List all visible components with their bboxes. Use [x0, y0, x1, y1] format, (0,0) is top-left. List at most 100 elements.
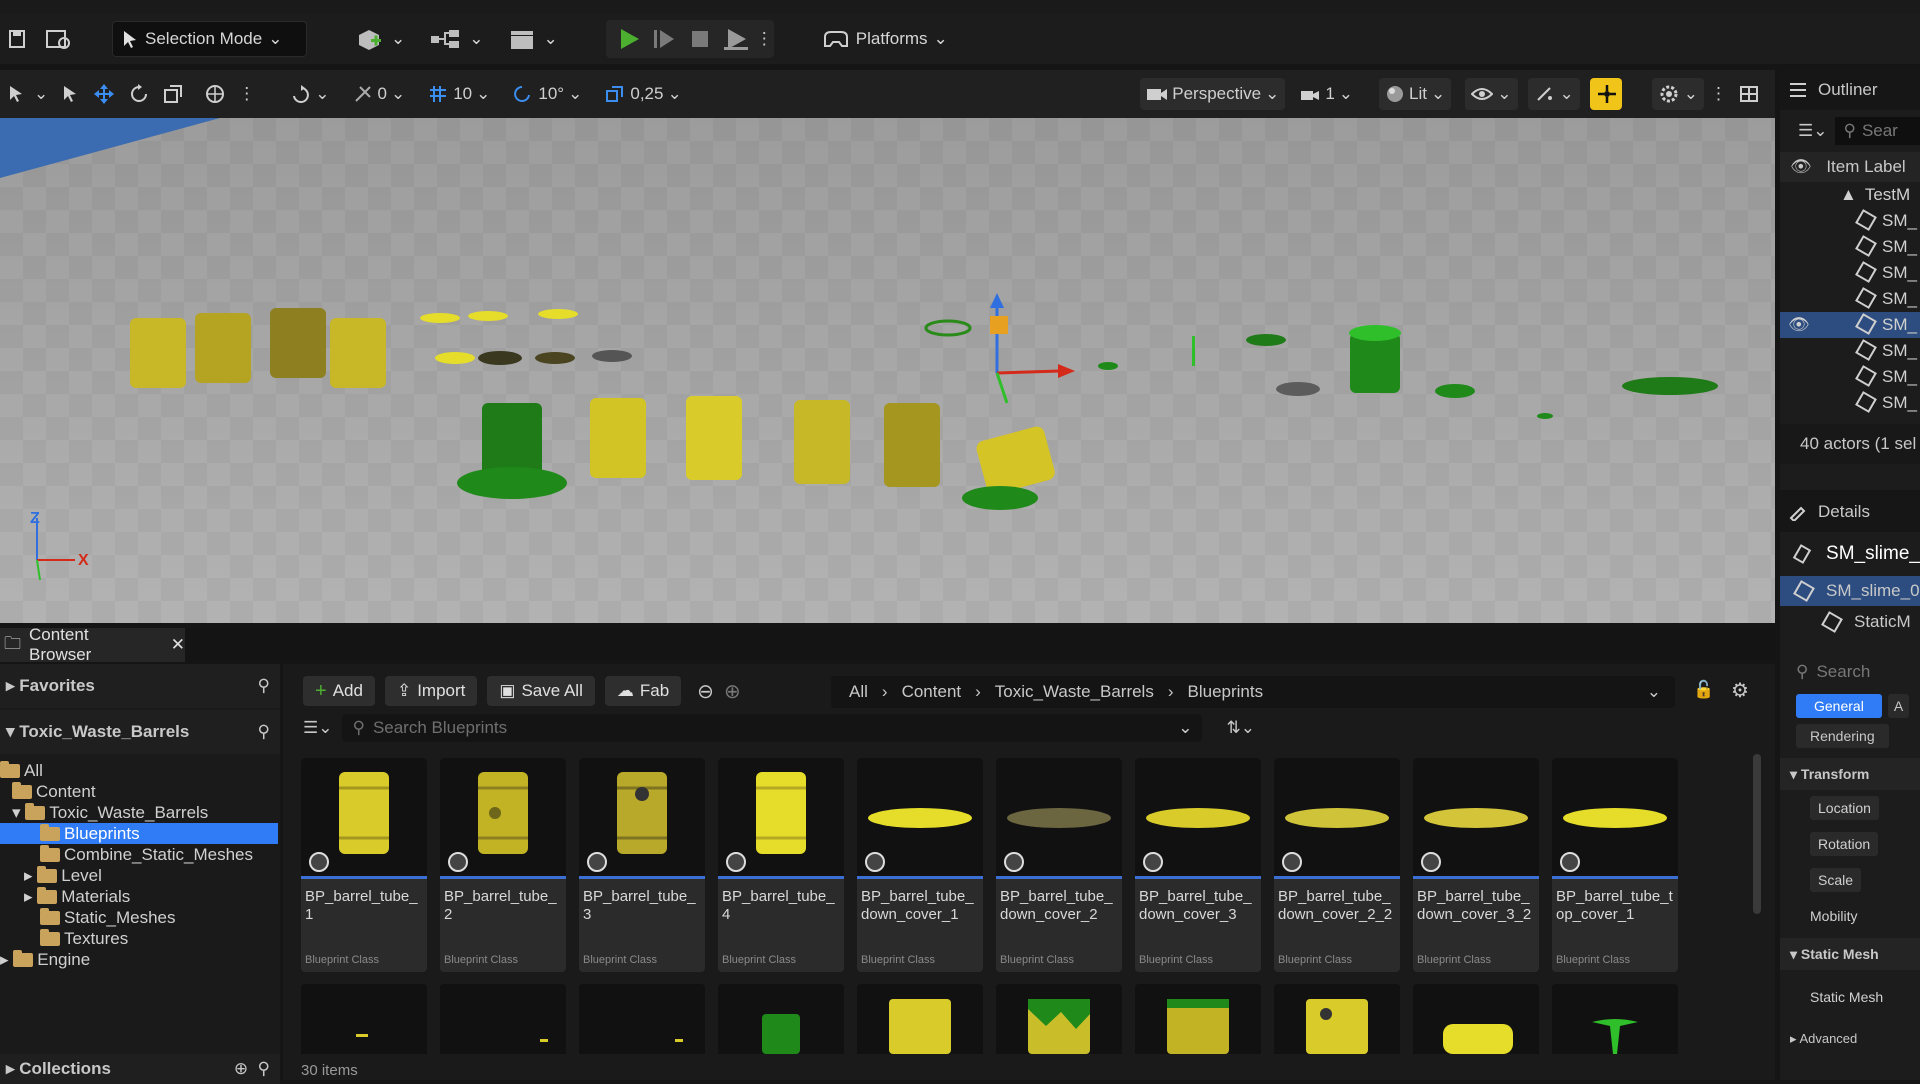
collections-search-icon[interactable]: ⚲: [258, 1059, 270, 1078]
filter-icon[interactable]: ☰⌄: [1798, 121, 1827, 141]
asset-tile-partial[interactable]: [996, 984, 1122, 1054]
component-row[interactable]: SM_slime_0: [1780, 576, 1920, 606]
breadcrumb-history-dropdown[interactable]: ⌄: [1647, 682, 1661, 702]
tree-item-content[interactable]: Content: [0, 781, 280, 802]
asset-tile-partial[interactable]: [440, 984, 566, 1054]
asset-tile-partial[interactable]: [718, 984, 844, 1054]
outliner-header[interactable]: 👁 Item Label: [1780, 152, 1920, 182]
outliner-row[interactable]: SM_: [1780, 286, 1920, 312]
tree-item-all[interactable]: All: [0, 760, 280, 781]
asset-tile-partial[interactable]: [579, 984, 705, 1054]
select-tool-icon[interactable]: ⌄: [0, 78, 54, 110]
realtime-toggle[interactable]: [1589, 78, 1622, 110]
outliner-row-selected[interactable]: 👁 SM_: [1780, 312, 1920, 338]
project-search-icon[interactable]: ⚲: [258, 722, 270, 742]
layout-icon[interactable]: [1733, 78, 1765, 110]
tab-general[interactable]: General: [1796, 694, 1882, 718]
selection-mode-dropdown[interactable]: Selection Mode ⌄: [112, 21, 307, 57]
surface-snap-button[interactable]: ⌄: [283, 78, 335, 110]
tree-item-toxic-waste-barrels[interactable]: ▾ Toxic_Waste_Barrels: [0, 802, 280, 823]
outliner-row[interactable]: SM_: [1780, 338, 1920, 364]
add-button[interactable]: + Add: [303, 676, 375, 706]
tab-content-browser[interactable]: 🗀 Content Browser ✕: [0, 625, 185, 664]
favorites-section[interactable]: ▸ Favorites ⚲: [0, 664, 280, 708]
stop-icon[interactable]: [684, 25, 716, 53]
search-history-dropdown[interactable]: ⌄: [1178, 718, 1192, 738]
more-options-icon[interactable]: ⋮: [232, 78, 261, 110]
asset-tile[interactable]: BP_barrel_tube_down_cover_2_2 Blueprint …: [1274, 758, 1400, 972]
tree-item-blueprints[interactable]: Blueprints: [0, 823, 278, 844]
sort-icon[interactable]: ⇅⌄: [1226, 718, 1255, 738]
static-mesh-row[interactable]: Static Mesh: [1780, 970, 1920, 1024]
outliner-row[interactable]: SM_: [1780, 260, 1920, 286]
add-actor-button[interactable]: ⌄: [347, 21, 413, 57]
scale-row[interactable]: Scale: [1780, 862, 1920, 898]
view-mode-dropdown[interactable]: Lit ⌄: [1379, 78, 1452, 110]
save-all-button[interactable]: ▣ Save All: [487, 676, 595, 706]
camera-speed-dropdown[interactable]: 1 ⌄: [1293, 78, 1359, 110]
asset-tile[interactable]: BP_barrel_tube_down_cover_2 Blueprint Cl…: [996, 758, 1122, 972]
asset-tile-partial[interactable]: [1413, 984, 1539, 1054]
search-blueprints-input[interactable]: ⚲ Search Blueprints ⌄: [342, 714, 1203, 742]
asset-tile-partial[interactable]: [1552, 984, 1678, 1054]
asset-tile-partial[interactable]: [1135, 984, 1261, 1054]
asset-tile-partial[interactable]: [1274, 984, 1400, 1054]
outliner-search-input[interactable]: ⚲ Sear: [1835, 117, 1920, 145]
outliner-root-row[interactable]: ▲ TestM: [1780, 182, 1920, 208]
tab-rendering[interactable]: Rendering: [1796, 724, 1889, 748]
asset-tile[interactable]: BP_barrel_tube_down_cover_3 Blueprint Cl…: [1135, 758, 1261, 972]
eject-icon[interactable]: [720, 25, 752, 53]
performance-button[interactable]: ⌄: [1527, 78, 1580, 110]
advanced-section[interactable]: ▸ Advanced: [1780, 1024, 1920, 1054]
angle-snap-button[interactable]: 10° ⌄: [506, 78, 588, 110]
step-icon[interactable]: [648, 25, 680, 53]
tab-all[interactable]: A: [1887, 694, 1910, 718]
add-collection-icon[interactable]: ⊕: [234, 1059, 248, 1078]
save-icon[interactable]: [0, 21, 36, 57]
outliner-row[interactable]: SM_: [1780, 208, 1920, 234]
transform-section[interactable]: ▾ Transform: [1780, 758, 1920, 790]
tree-item-static-meshes[interactable]: Static_Meshes: [0, 907, 280, 928]
tree-item-engine[interactable]: ▸ Engine: [0, 949, 280, 970]
mobility-row[interactable]: Mobility: [1780, 898, 1920, 934]
outliner-row[interactable]: SM_: [1780, 390, 1920, 416]
asset-tile-partial[interactable]: [857, 984, 983, 1054]
scale-icon[interactable]: [156, 78, 190, 110]
location-row[interactable]: Location: [1780, 790, 1920, 826]
close-icon[interactable]: ✕: [171, 635, 185, 655]
viewport-settings-button[interactable]: ⌄: [1651, 78, 1704, 110]
scrollbar[interactable]: [1753, 754, 1761, 914]
asset-tile[interactable]: BP_barrel_tube_3 Blueprint Class: [579, 758, 705, 972]
asset-tile-partial[interactable]: [301, 984, 427, 1054]
platforms-dropdown[interactable]: Platforms ⌄: [814, 21, 956, 57]
breadcrumb-blueprints[interactable]: Blueprints: [1188, 682, 1264, 702]
rotate-snap-button[interactable]: 0 ⌄: [346, 78, 412, 110]
viewport-menu-icon[interactable]: ⋮: [1704, 78, 1733, 110]
asset-tile[interactable]: BP_barrel_tube_2 Blueprint Class: [440, 758, 566, 972]
outliner-row[interactable]: SM_: [1780, 234, 1920, 260]
play-options-icon[interactable]: ⋮: [756, 29, 773, 49]
import-button[interactable]: ⇪ Import: [384, 676, 478, 706]
grid-snap-button[interactable]: 10 ⌄: [421, 78, 496, 110]
breadcrumb-toxic-waste-barrels[interactable]: Toxic_Waste_Barrels: [995, 682, 1154, 702]
perspective-dropdown[interactable]: Perspective ⌄: [1140, 78, 1286, 110]
pointer-icon[interactable]: [54, 78, 86, 110]
filter-dropdown-icon[interactable]: ☰⌄: [303, 718, 332, 738]
history-forward-icon[interactable]: ⊕: [724, 679, 741, 704]
tree-item-materials[interactable]: ▸ Materials: [0, 886, 280, 907]
settings-gear-icon[interactable]: ⚙: [1731, 678, 1749, 703]
static-mesh-section[interactable]: ▾ Static Mesh: [1780, 938, 1920, 970]
rotation-row[interactable]: Rotation: [1780, 826, 1920, 862]
breadcrumb-content[interactable]: Content: [902, 682, 962, 702]
blueprint-button[interactable]: ⌄: [421, 21, 491, 57]
lock-icon[interactable]: 🔓: [1693, 680, 1714, 700]
scale-snap-button[interactable]: 0,25 ⌄: [598, 78, 687, 110]
fab-button[interactable]: ☁ Fab: [604, 676, 682, 706]
translate-icon[interactable]: [86, 78, 122, 110]
rotate-icon[interactable]: [122, 78, 156, 110]
favorites-search-icon[interactable]: ⚲: [258, 676, 270, 696]
play-icon[interactable]: [612, 25, 644, 53]
world-local-icon[interactable]: [198, 78, 232, 110]
asset-tile[interactable]: BP_barrel_tube_down_cover_3_2 Blueprint …: [1413, 758, 1539, 972]
level-viewport[interactable]: Z X: [0, 118, 1775, 623]
